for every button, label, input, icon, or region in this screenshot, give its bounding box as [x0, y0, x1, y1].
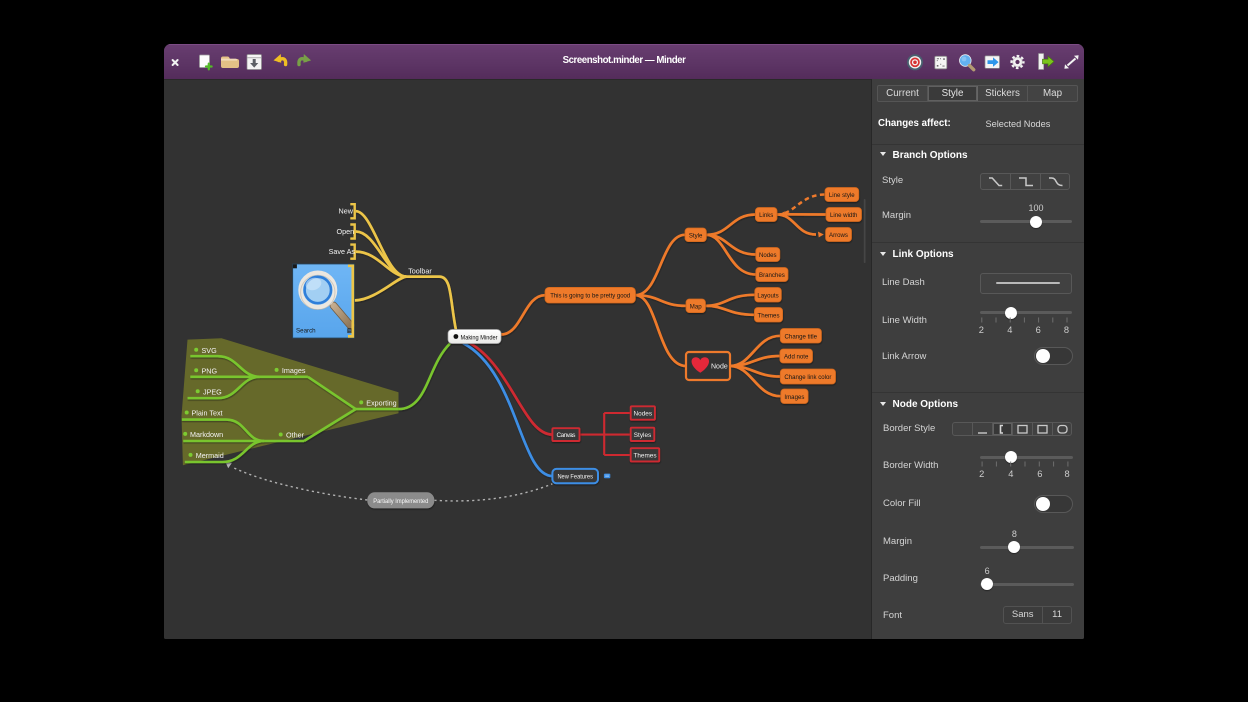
- svg-text:Plain Text: Plain Text: [192, 409, 223, 418]
- svg-text:Arrows: Arrows: [829, 232, 848, 239]
- svg-text:Images: Images: [784, 394, 804, 401]
- svg-text:Search: Search: [296, 328, 316, 335]
- svg-text:This is going to be pretty goo: This is going to be pretty good: [550, 293, 631, 300]
- svg-text:Themes: Themes: [757, 312, 779, 319]
- svg-text:Map: Map: [690, 303, 702, 310]
- svg-text:Change link color: Change link color: [784, 374, 831, 381]
- svg-text:Themes: Themes: [633, 453, 656, 460]
- svg-text:Links: Links: [759, 212, 773, 219]
- svg-text:Line style: Line style: [829, 192, 855, 199]
- svg-text:Partially Implemented: Partially Implemented: [373, 498, 428, 505]
- svg-text:Styles: Styles: [634, 432, 651, 439]
- svg-text:Nodes: Nodes: [759, 252, 777, 259]
- svg-text:Mermaid: Mermaid: [196, 451, 224, 460]
- svg-text:Change title: Change title: [785, 333, 818, 340]
- svg-text:Other: Other: [286, 431, 305, 440]
- svg-text:New Features: New Features: [557, 474, 593, 481]
- svg-text:Markdown: Markdown: [190, 430, 223, 439]
- svg-text:JPEG: JPEG: [203, 387, 222, 396]
- svg-text:Images: Images: [282, 366, 306, 375]
- svg-text:Node: Node: [711, 364, 728, 371]
- svg-text:Layouts: Layouts: [757, 292, 778, 299]
- svg-text:Making Minder: Making Minder: [461, 334, 499, 341]
- svg-text:PNG: PNG: [202, 366, 218, 375]
- svg-text:Exporting: Exporting: [366, 398, 396, 407]
- svg-text:Add note: Add note: [784, 354, 809, 361]
- svg-text:Canvas: Canvas: [557, 432, 576, 439]
- svg-text:Open: Open: [337, 227, 355, 236]
- svg-text:Branches: Branches: [759, 272, 785, 279]
- svg-text:Style: Style: [689, 232, 703, 239]
- svg-text:New: New: [339, 207, 354, 216]
- svg-text:Save As: Save As: [329, 247, 356, 256]
- svg-text:SVG: SVG: [202, 346, 218, 355]
- svg-text:Toolbar: Toolbar: [408, 267, 432, 276]
- svg-text:Line width: Line width: [830, 212, 857, 219]
- svg-text:Nodes: Nodes: [634, 411, 652, 418]
